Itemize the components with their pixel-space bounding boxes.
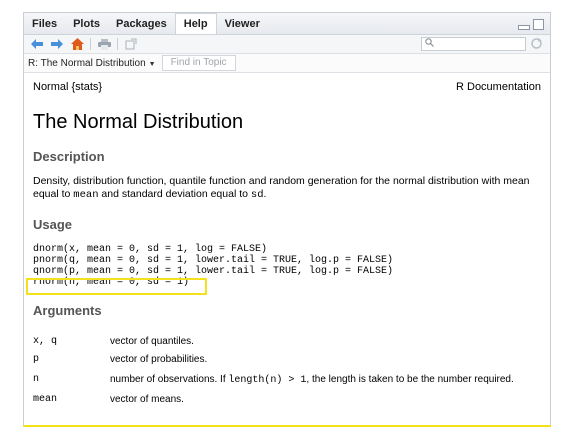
toolbar-separator [117,38,118,50]
search-icon [425,38,434,47]
usage-highlight-box [26,278,207,295]
tab-files[interactable]: Files [24,14,65,34]
minimize-pane-icon[interactable] [518,25,530,30]
argument-name: p [33,354,40,365]
description-heading: Description [33,149,105,164]
topic-bar: R: The Normal Distribution ▼ Find in Topi… [24,54,550,73]
refresh-help-icon[interactable] [530,37,544,51]
help-toolbar [24,35,550,54]
usage-line: qnorm(p, mean = 0, sd = 1, lower.tail = … [33,266,394,277]
argument-name: mean [33,394,58,405]
usage-line: pnorm(q, mean = 0, sd = 1, lower.tail = … [33,255,394,266]
maximize-pane-icon[interactable] [533,19,544,30]
open-in-window-icon[interactable] [124,37,138,51]
print-icon[interactable] [97,37,111,51]
home-icon[interactable] [70,37,84,51]
help-pane: Files Plots Packages Help Viewer R: The … [23,12,551,426]
chevron-down-icon: ▼ [148,60,156,68]
argument-row: p vector of probabilities. [33,354,541,368]
argument-description: vector of probabilities. [110,354,208,365]
help-search-input[interactable] [421,37,526,51]
back-arrow-icon[interactable] [30,37,44,51]
doc-package-label: Normal {stats} [33,81,103,93]
forward-arrow-icon[interactable] [50,37,64,51]
pane-window-controls [518,17,544,30]
argument-name: n [33,374,40,385]
doc-r-documentation-label: R Documentation [456,81,541,93]
doc-title: The Normal Distribution [33,111,244,133]
tab-help[interactable]: Help [174,13,217,34]
argument-description: number of observations. If length(n) > 1… [110,374,514,386]
doc-header: Normal {stats} R Documentation [33,81,541,93]
argument-name: x, q [33,336,58,347]
tab-plots[interactable]: Plots [65,14,108,34]
arguments-heading: Arguments [33,303,102,318]
argument-row: n number of observations. If length(n) >… [33,374,541,388]
description-text: Density, distribution function, quantile… [33,175,530,201]
highlight-underline [23,425,551,427]
argument-description: vector of quantiles. [110,336,194,347]
topic-selector[interactable]: R: The Normal Distribution ▼ [28,58,156,69]
usage-heading: Usage [33,217,73,232]
pane-tab-bar: Files Plots Packages Help Viewer [24,13,550,35]
argument-row: x, q vector of quantiles. [33,336,541,350]
argument-description: vector of means. [110,394,184,405]
tab-packages[interactable]: Packages [108,14,175,34]
help-document: Normal {stats} R Documentation The Norma… [24,72,550,425]
toolbar-separator [90,38,91,50]
find-in-topic-input[interactable]: Find in Topic [161,55,236,71]
argument-row: mean vector of means. [33,394,541,408]
usage-line: dnorm(x, mean = 0, sd = 1, log = FALSE) [33,244,268,255]
tab-viewer[interactable]: Viewer [217,14,268,34]
topic-selector-label: R: The Normal Distribution [28,57,146,69]
